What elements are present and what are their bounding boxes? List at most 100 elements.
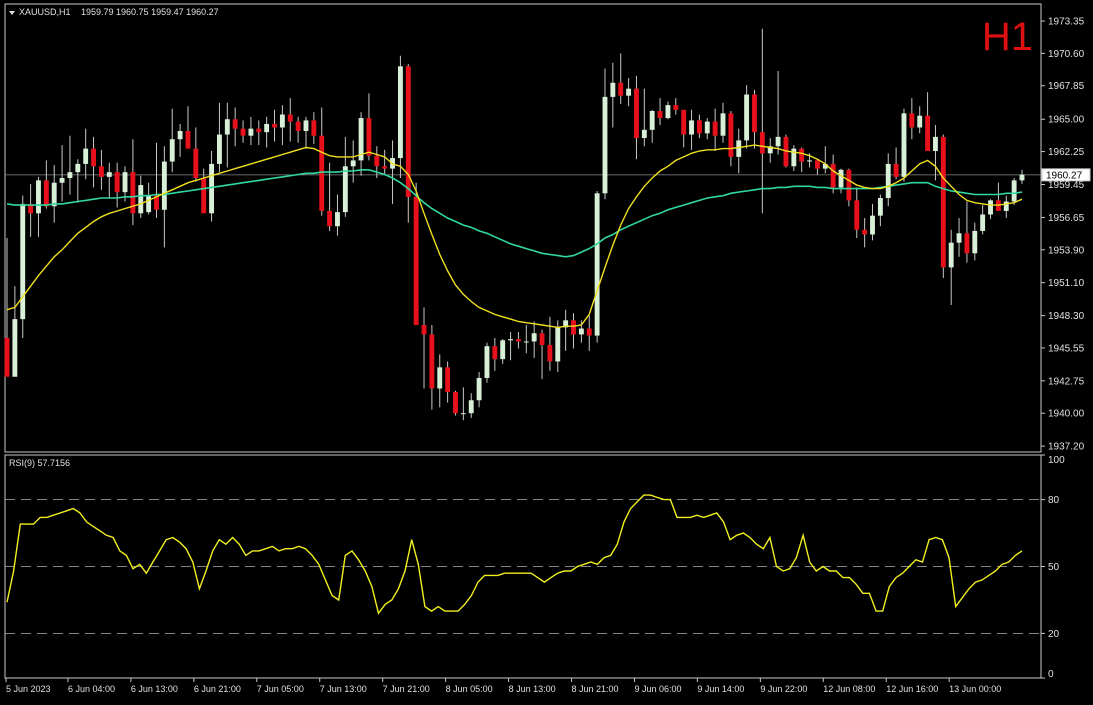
candle-body [114,172,120,193]
candle-body [12,319,18,377]
candle-body [421,325,427,335]
candle-body [429,334,435,389]
candle-body [287,114,293,122]
current-price-label: 1960.27 [1046,170,1083,181]
candle-body [626,88,632,96]
rsi-tick-label: 100 [1048,455,1065,466]
candle-body [161,161,167,210]
candle-body [940,136,946,268]
candle-body [67,172,73,179]
time-tick-label: 9 Jun 14:00 [697,684,744,694]
time-tick-label: 7 Jun 21:00 [383,684,430,694]
chart-window: 1973.35 1970.60 1967.85 1965.00 1962.25 1959.… [0,0,1093,700]
candle-body [657,111,663,119]
candle-body [437,367,443,389]
price-tick-label: 1962.25 [1048,147,1085,158]
candle-body [578,328,584,335]
candle-body [476,377,482,401]
rsi-tick-label: 0 [1048,669,1054,680]
candle-body [240,128,246,136]
candle-body [807,160,812,162]
time-tick-label: 12 Jun 08:00 [823,684,875,694]
candle-body [20,203,26,320]
candle-body [209,163,215,214]
candle-body [500,340,506,360]
candle-body [342,166,348,213]
time-tick-label: 6 Jun 04:00 [68,684,115,694]
candle-body [303,120,309,131]
candle-body [586,328,592,336]
candle-body [83,148,89,164]
candle-body [830,163,836,188]
price-tick-label: 1965.00 [1048,115,1085,126]
candle-body [571,320,576,335]
candle-body [382,166,388,169]
candle-body [736,140,742,157]
time-tick-label: 7 Jun 05:00 [257,684,304,694]
candle-body [492,346,498,360]
candle-body [295,121,301,131]
candle-body [169,139,175,162]
candle-body [720,113,726,136]
candle-body [177,130,183,140]
ohlc-label: 1959.79 1960.75 1959.47 1960.27 [81,7,219,17]
candle-body [232,119,238,129]
symbol-dropdown-icon[interactable] [9,11,15,15]
candle-body [201,178,207,214]
price-tick-label: 1956.65 [1048,213,1085,224]
candle-body [901,113,907,177]
candle-body [335,212,340,227]
candle-body [602,96,608,194]
candle-body [547,344,553,362]
time-tick-label: 13 Jun 00:00 [949,684,1001,694]
time-tick-label: 12 Jun 16:00 [886,684,938,694]
price-tick-label: 1953.90 [1048,245,1085,256]
candle-body [618,82,624,96]
candle-body [885,163,891,199]
candle-body [696,120,702,134]
candle-body [319,135,325,211]
candle-body [75,163,81,173]
candle-body [445,367,451,393]
candle-body [515,339,521,342]
candle-body [665,105,671,119]
candle-body [453,392,458,414]
candle-body [744,94,750,141]
candle-body [814,160,820,169]
candle-body [964,233,970,254]
time-tick-label: 6 Jun 21:00 [194,684,241,694]
price-tick-label: 1970.60 [1048,49,1085,60]
slow-moving-average-line [6,169,1023,258]
candle-body [775,136,781,147]
price-tick-label: 1937.20 [1048,442,1085,453]
candle-body [350,160,356,167]
candle-body [948,242,954,268]
time-tick-label: 7 Jun 13:00 [320,684,367,694]
candle-body [374,155,380,167]
candle-body [555,327,561,362]
candle-body [799,148,805,162]
candle-body [413,196,419,326]
time-tick-label: 8 Jun 13:00 [509,684,556,694]
candle-body [689,120,694,135]
candle-body [752,94,757,133]
rsi-tick-label: 20 [1048,629,1060,640]
time-tick-label: 6 Jun 13:00 [131,684,178,694]
candle-body [59,178,65,183]
candle-body [4,337,10,377]
candle-body [649,111,655,130]
candle-body [854,200,860,230]
candle-body [681,109,687,135]
candle-body [539,333,545,345]
candle-body [704,121,710,134]
candle-body [988,200,993,215]
candle-body [1011,180,1017,202]
candle-body [224,119,230,135]
rsi-tick-label: 50 [1048,562,1060,573]
candle-body [43,180,49,207]
time-tick-label: 9 Jun 22:00 [760,684,807,694]
candle-body [193,148,199,179]
candle-body [933,136,938,151]
time-tick-label: 9 Jun 06:00 [634,684,681,694]
candle-body [106,172,112,177]
